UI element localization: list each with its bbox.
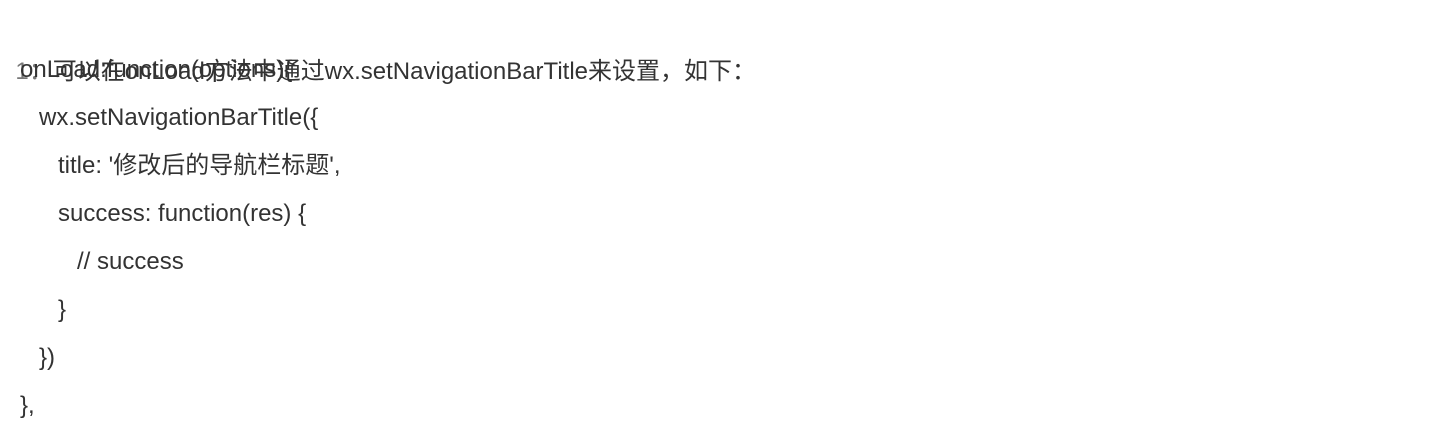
code-line: onLoad:function(options){ [20, 56, 293, 83]
code-line: wx.setNavigationBarTitle({ [39, 104, 319, 131]
code-line: title: '修改后的导航栏标题', [58, 152, 341, 179]
intro-line: 1：可以在onLoad方法中通过wx.setNavigationBarTitle… [2, 0, 756, 85]
code-line: }, [20, 392, 35, 419]
code-line: // success [77, 248, 184, 275]
code-line: }) [39, 344, 56, 371]
code-line: } [58, 296, 67, 323]
code-line: success: function(res) { [58, 200, 307, 227]
